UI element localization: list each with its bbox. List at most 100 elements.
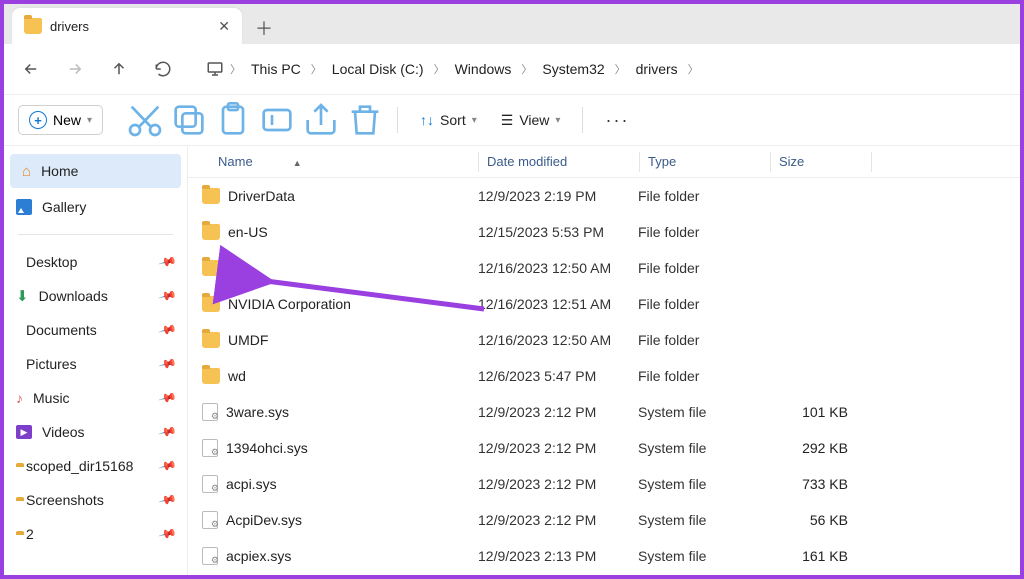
view-icon: ☰ xyxy=(501,112,514,129)
file-date: 12/16/2023 12:50 AM xyxy=(478,332,638,348)
file-date: 12/9/2023 2:12 PM xyxy=(478,404,638,420)
crumb-drivers[interactable]: drivers xyxy=(630,57,684,81)
col-name-header[interactable]: Name▲ xyxy=(188,154,478,169)
folder-icon xyxy=(202,224,220,240)
crumb-this-pc[interactable]: This PC xyxy=(245,57,307,81)
pin-icon: 📌 xyxy=(158,524,178,544)
share-button[interactable] xyxy=(301,100,341,140)
sidebar-item-videos[interactable]: ▶Videos📌 xyxy=(4,415,187,449)
refresh-button[interactable] xyxy=(152,58,174,80)
file-row[interactable]: etc12/16/2023 12:50 AMFile folder xyxy=(188,250,1020,286)
sidebar-item-home[interactable]: ⌂ Home xyxy=(10,154,181,188)
toolbar: + New ▾ ↑↓ Sort ▾ ☰ View ▾ ··· xyxy=(4,94,1020,146)
breadcrumb[interactable]: 〉 This PC 〉 Local Disk (C:) 〉 Windows 〉 … xyxy=(196,57,1004,81)
file-row[interactable]: 1394ohci.sys12/9/2023 2:12 PMSystem file… xyxy=(188,430,1020,466)
pin-icon: 📌 xyxy=(158,320,178,340)
pin-icon: 📌 xyxy=(158,354,178,374)
sort-asc-icon: ▲ xyxy=(293,158,302,168)
col-size-header[interactable]: Size xyxy=(771,154,871,169)
file-row[interactable]: NVIDIA Corporation 12/16/2023 12:51 AMFil… xyxy=(188,286,1020,322)
file-name: NVIDIA Corporation xyxy=(228,296,351,312)
file-row[interactable]: en-US12/15/2023 5:53 PMFile folder xyxy=(188,214,1020,250)
sidebar-item-screenshots[interactable]: Screenshots📌 xyxy=(4,483,187,517)
file-row[interactable]: wd12/6/2023 5:47 PMFile folder xyxy=(188,358,1020,394)
file-type: File folder xyxy=(638,188,768,204)
close-tab-icon[interactable]: ✕ xyxy=(218,18,230,35)
file-type: System file xyxy=(638,404,768,420)
col-date-header[interactable]: Date modified xyxy=(479,154,639,169)
chevron-right-icon[interactable]: 〉 xyxy=(311,61,322,77)
sidebar-item-music[interactable]: ♪Music📌 xyxy=(4,381,187,415)
file-name: UMDF xyxy=(228,332,268,348)
file-type: System file xyxy=(638,512,768,528)
file-row[interactable]: acpiex.sys12/9/2023 2:13 PMSystem file16… xyxy=(188,538,1020,574)
folder-icon xyxy=(24,18,42,34)
monitor-icon xyxy=(204,58,226,80)
file-date: 12/9/2023 2:12 PM xyxy=(478,512,638,528)
new-tab-button[interactable]: ＋ xyxy=(248,12,280,44)
crumb-windows[interactable]: Windows xyxy=(449,57,518,81)
pin-icon: 📌 xyxy=(158,252,178,272)
nav-bar: 〉 This PC 〉 Local Disk (C:) 〉 Windows 〉 … xyxy=(4,44,1020,94)
file-date: 12/16/2023 12:51 AM xyxy=(478,296,638,312)
folder-icon xyxy=(202,296,220,312)
sort-button[interactable]: ↑↓ Sort ▾ xyxy=(410,112,487,128)
file-name: acpiex.sys xyxy=(226,548,291,564)
sidebar-item-gallery[interactable]: Gallery xyxy=(4,190,187,224)
chevron-right-icon[interactable]: 〉 xyxy=(688,61,699,77)
file-name: 3ware.sys xyxy=(226,404,289,420)
pin-icon: 📌 xyxy=(158,422,178,442)
active-tab[interactable]: drivers ✕ xyxy=(12,8,242,44)
crumb-c[interactable]: Local Disk (C:) xyxy=(326,57,430,81)
file-row[interactable]: DriverData12/9/2023 2:19 PMFile folder xyxy=(188,178,1020,214)
sidebar-item-downloads[interactable]: ⬇Downloads📌 xyxy=(4,279,187,313)
file-name: en-US xyxy=(228,224,268,240)
chevron-right-icon[interactable]: 〉 xyxy=(615,61,626,77)
file-row[interactable]: UMDF 12/16/2023 12:50 AMFile folder xyxy=(188,322,1020,358)
file-name: wd xyxy=(228,368,246,384)
col-type-header[interactable]: Type xyxy=(640,154,770,169)
column-headers: Name▲ Date modified Type Size xyxy=(188,146,1020,178)
more-button[interactable]: ··· xyxy=(595,110,639,131)
file-type: File folder xyxy=(638,260,768,276)
sidebar-label: Screenshots xyxy=(26,492,104,508)
separator xyxy=(582,107,583,133)
folder-icon xyxy=(202,260,220,276)
file-type: File folder xyxy=(638,332,768,348)
tab-title: drivers xyxy=(50,19,89,34)
sidebar-label: 2 xyxy=(26,526,34,542)
back-button[interactable] xyxy=(20,58,42,80)
crumb-system32[interactable]: System32 xyxy=(536,57,610,81)
paste-button[interactable] xyxy=(213,100,253,140)
download-icon: ⬇ xyxy=(16,287,29,305)
sidebar-item-pictures[interactable]: Pictures📌 xyxy=(4,347,187,381)
sidebar-item-2[interactable]: 2📌 xyxy=(4,517,187,551)
file-type: File folder xyxy=(638,296,768,312)
sysfile-icon xyxy=(202,511,218,529)
file-row[interactable]: AcpiDev.sys12/9/2023 2:12 PMSystem file5… xyxy=(188,502,1020,538)
cut-button[interactable] xyxy=(125,100,165,140)
separator xyxy=(18,234,173,235)
file-row[interactable]: acpi.sys12/9/2023 2:12 PMSystem file733 … xyxy=(188,466,1020,502)
video-icon: ▶ xyxy=(16,425,32,439)
up-button[interactable] xyxy=(108,58,130,80)
rename-button[interactable] xyxy=(257,100,297,140)
file-row[interactable]: 3ware.sys12/9/2023 2:12 PMSystem file101… xyxy=(188,394,1020,430)
sidebar-item-scoped-dir15168[interactable]: scoped_dir15168📌 xyxy=(4,449,187,483)
file-type: File folder xyxy=(638,368,768,384)
chevron-right-icon[interactable]: 〉 xyxy=(434,61,445,77)
delete-button[interactable] xyxy=(345,100,385,140)
file-type: System file xyxy=(638,476,768,492)
separator xyxy=(397,107,398,133)
chevron-right-icon[interactable]: 〉 xyxy=(230,61,241,77)
copy-button[interactable] xyxy=(169,100,209,140)
view-button[interactable]: ☰ View ▾ xyxy=(491,112,571,129)
chevron-right-icon[interactable]: 〉 xyxy=(521,61,532,77)
sidebar-label: Music xyxy=(33,390,70,406)
sidebar-item-desktop[interactable]: Desktop📌 xyxy=(4,245,187,279)
folder-icon xyxy=(202,368,220,384)
forward-button[interactable] xyxy=(64,58,86,80)
sidebar-item-documents[interactable]: Documents📌 xyxy=(4,313,187,347)
sidebar-label: scoped_dir15168 xyxy=(26,458,133,474)
new-button[interactable]: + New ▾ xyxy=(18,105,103,135)
